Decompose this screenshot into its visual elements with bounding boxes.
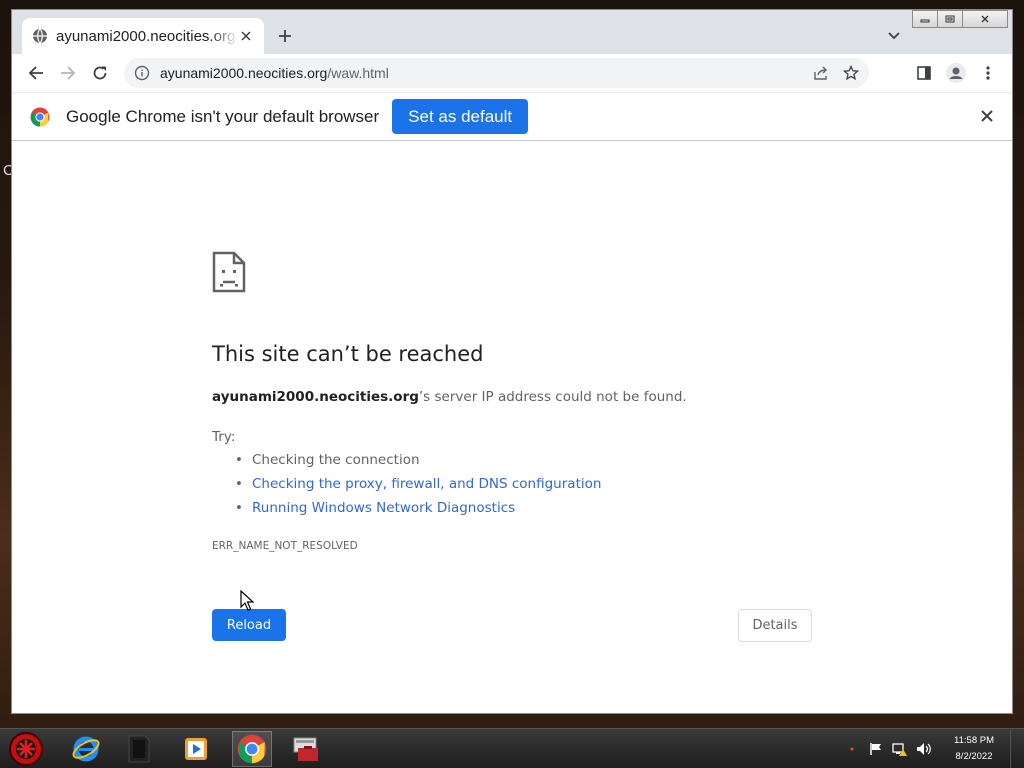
- reload-button[interactable]: Reload: [212, 609, 286, 641]
- tab-strip: ayunami2000.neocities.org: [12, 10, 1012, 54]
- url-text: ayunami2000.neocities.org/waw.html: [160, 65, 813, 81]
- close-icon[interactable]: [962, 10, 1008, 28]
- suggestion-check-connection: Checking the connection: [235, 452, 601, 476]
- site-info-icon[interactable]: [134, 65, 150, 81]
- reload-icon[interactable]: [84, 57, 116, 89]
- clock-time: 11:58 PM: [954, 735, 994, 746]
- tab-search-chevron-icon[interactable]: [886, 28, 902, 44]
- taskbar-clock[interactable]: 11:58 PM 8/2/2022: [954, 733, 994, 765]
- mouse-cursor-icon: [240, 590, 254, 611]
- suggestion-check-proxy-link[interactable]: Checking the proxy, firewall, and DNS co…: [235, 476, 601, 500]
- details-button[interactable]: Details: [738, 609, 812, 642]
- set-as-default-button[interactable]: Set as default: [392, 99, 529, 134]
- tab-active[interactable]: ayunami2000.neocities.org: [22, 18, 264, 54]
- window-controls: [912, 10, 1008, 28]
- action-center-flag-icon[interactable]: [868, 741, 884, 757]
- error-description-suffix: ’s server IP address could not be found.: [418, 389, 687, 405]
- notification-indicator-icon[interactable]: [844, 741, 860, 757]
- suggestion-list: Checking the connection Checking the pro…: [235, 452, 601, 524]
- internet-explorer-icon[interactable]: [66, 731, 106, 767]
- profile-icon[interactable]: [940, 57, 972, 89]
- chrome-logo-icon: [30, 107, 50, 127]
- sad-page-icon: [212, 251, 246, 293]
- error-host: ayunami2000.neocities.org: [212, 389, 419, 405]
- share-icon[interactable]: [813, 65, 829, 81]
- error-title: This site can’t be reached: [212, 342, 484, 366]
- infobar-message: Google Chrome isn't your default browser: [66, 106, 380, 126]
- star-icon[interactable]: [843, 65, 859, 81]
- google-chrome-taskbar-icon[interactable]: [232, 731, 272, 767]
- new-tab-button[interactable]: [275, 26, 295, 46]
- media-player-icon[interactable]: [176, 731, 216, 767]
- show-desktop-button[interactable]: [1010, 729, 1024, 768]
- restore-icon[interactable]: [937, 10, 963, 28]
- side-panel-icon[interactable]: [908, 57, 940, 89]
- start-orb-icon[interactable]: [6, 731, 46, 767]
- url-path: /waw.html: [327, 65, 389, 81]
- minimize-icon[interactable]: [912, 10, 938, 28]
- clock-date: 8/2/2022: [955, 751, 993, 762]
- back-icon[interactable]: [20, 57, 52, 89]
- infobar-close-icon[interactable]: [980, 109, 996, 125]
- try-label: Try:: [212, 429, 236, 445]
- volume-icon[interactable]: [916, 741, 932, 757]
- taskbar: 11:58 PM 8/2/2022: [0, 728, 1024, 768]
- address-bar[interactable]: ayunami2000.neocities.org/waw.html: [124, 58, 869, 88]
- default-browser-infobar: Google Chrome isn't your default browser…: [12, 92, 1012, 141]
- page-content: This site can’t be reached ayunami2000.n…: [12, 141, 1012, 713]
- browser-toolbar: ayunami2000.neocities.org/waw.html: [12, 54, 1012, 92]
- error-description: ayunami2000.neocities.org’s server IP ad…: [212, 389, 687, 405]
- forward-icon[interactable]: [52, 57, 84, 89]
- tab-title: ayunami2000.neocities.org: [56, 27, 236, 45]
- toolbox-app-icon[interactable]: [286, 731, 326, 767]
- menu-icon[interactable]: [972, 57, 1004, 89]
- url-host: ayunami2000.neocities.org: [160, 65, 328, 81]
- network-warning-icon[interactable]: [892, 741, 908, 757]
- globe-icon: [32, 28, 48, 44]
- tab-close-icon[interactable]: [238, 28, 254, 44]
- system-tray: 11:58 PM 8/2/2022: [844, 729, 994, 768]
- error-code: ERR_NAME_NOT_RESOLVED: [212, 540, 358, 552]
- dark-tile-app-icon[interactable]: [118, 731, 158, 767]
- chrome-window: ayunami2000.neocities.org ayunami2000.ne…: [11, 9, 1013, 714]
- suggestion-network-diagnostics-link[interactable]: Running Windows Network Diagnostics: [235, 500, 601, 524]
